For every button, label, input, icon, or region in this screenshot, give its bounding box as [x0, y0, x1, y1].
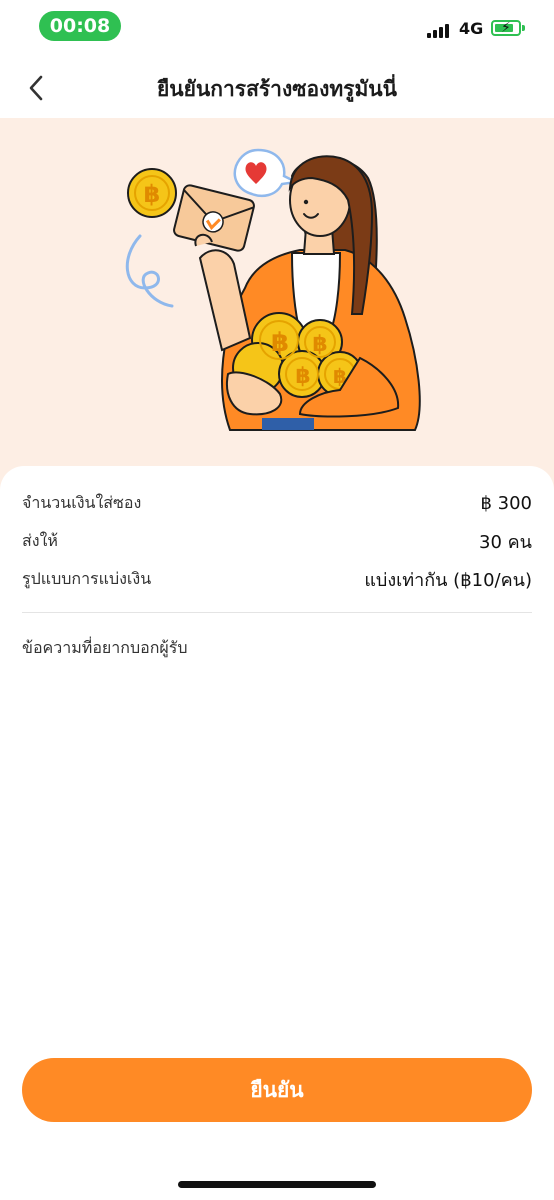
network-type: 4G: [459, 19, 484, 38]
battery-icon: ⚡: [491, 20, 521, 36]
home-indicator: [178, 1181, 376, 1188]
detail-value: แบ่งเท่ากัน (฿10/คน): [364, 569, 532, 591]
detail-label: รูปแบบการแบ่งเงิน: [22, 568, 152, 588]
hero-banner: ฿ ฿ ฿ ฿ ฿: [0, 118, 554, 490]
svg-text:฿: ฿: [312, 332, 327, 357]
detail-row-amount: จำนวนเงินใส่ซอง ฿ 300: [22, 488, 532, 518]
status-time: 00:08: [39, 11, 121, 41]
signal-icon: [427, 22, 453, 38]
page-title: ยืนยันการสร้างซองทรูมันนี่: [156, 77, 398, 101]
svg-text:฿: ฿: [295, 364, 310, 389]
nav-bar: ยืนยันการสร้างซองทรูมันนี่: [0, 58, 554, 118]
confirm-button[interactable]: ยืนยัน: [22, 1058, 532, 1122]
woman-with-coins-illustration: ฿ ฿ ฿ ฿ ฿: [125, 148, 421, 431]
divider: [22, 612, 532, 613]
coin-symbol-icon: ฿: [144, 180, 161, 208]
svg-text:฿: ฿: [271, 328, 289, 358]
detail-row-split-method: รูปแบบการแบ่งเงิน แบ่งเท่ากัน (฿10/คน): [22, 564, 532, 594]
status-bar: 00:08 4G ⚡: [0, 0, 554, 50]
detail-value: 30 คน: [479, 531, 532, 553]
detail-value: ฿ 300: [480, 492, 532, 514]
detail-label: ส่งให้: [22, 530, 58, 550]
detail-label: จำนวนเงินใส่ซอง: [22, 492, 142, 512]
message-field-label: ข้อความที่อยากบอกผู้รับ: [22, 638, 188, 657]
charging-bolt-icon: ⚡: [501, 20, 511, 36]
detail-row-recipients: ส่งให้ 30 คน: [22, 526, 532, 556]
